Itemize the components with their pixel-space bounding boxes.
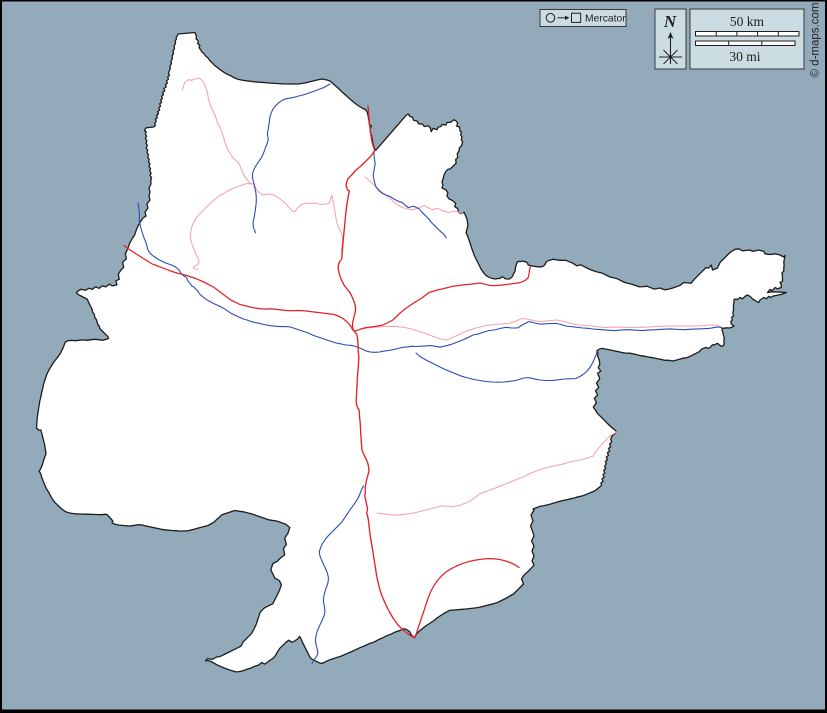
svg-text:50 km: 50 km bbox=[730, 14, 765, 29]
svg-text:© d-maps.com: © d-maps.com bbox=[810, 3, 822, 78]
svg-text:30 mi: 30 mi bbox=[729, 49, 760, 64]
svg-text:N: N bbox=[663, 12, 677, 31]
svg-text:Mercator: Mercator bbox=[585, 14, 626, 25]
